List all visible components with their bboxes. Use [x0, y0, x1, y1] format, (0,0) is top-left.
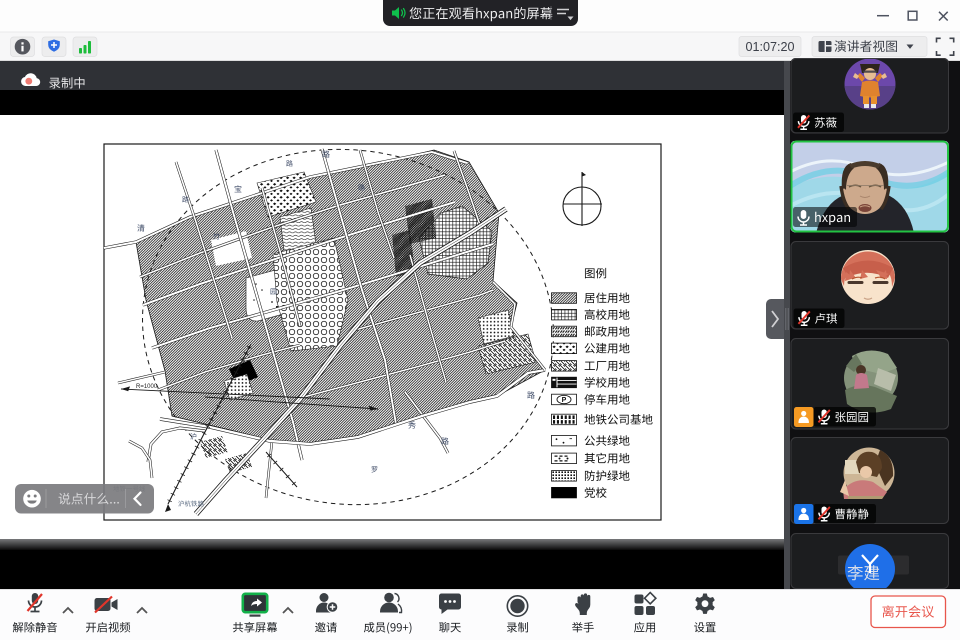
svg-text:P: P	[562, 397, 567, 404]
svg-text:01:07:20: 01:07:20	[745, 40, 794, 54]
svg-text:R=1000: R=1000	[136, 384, 158, 390]
